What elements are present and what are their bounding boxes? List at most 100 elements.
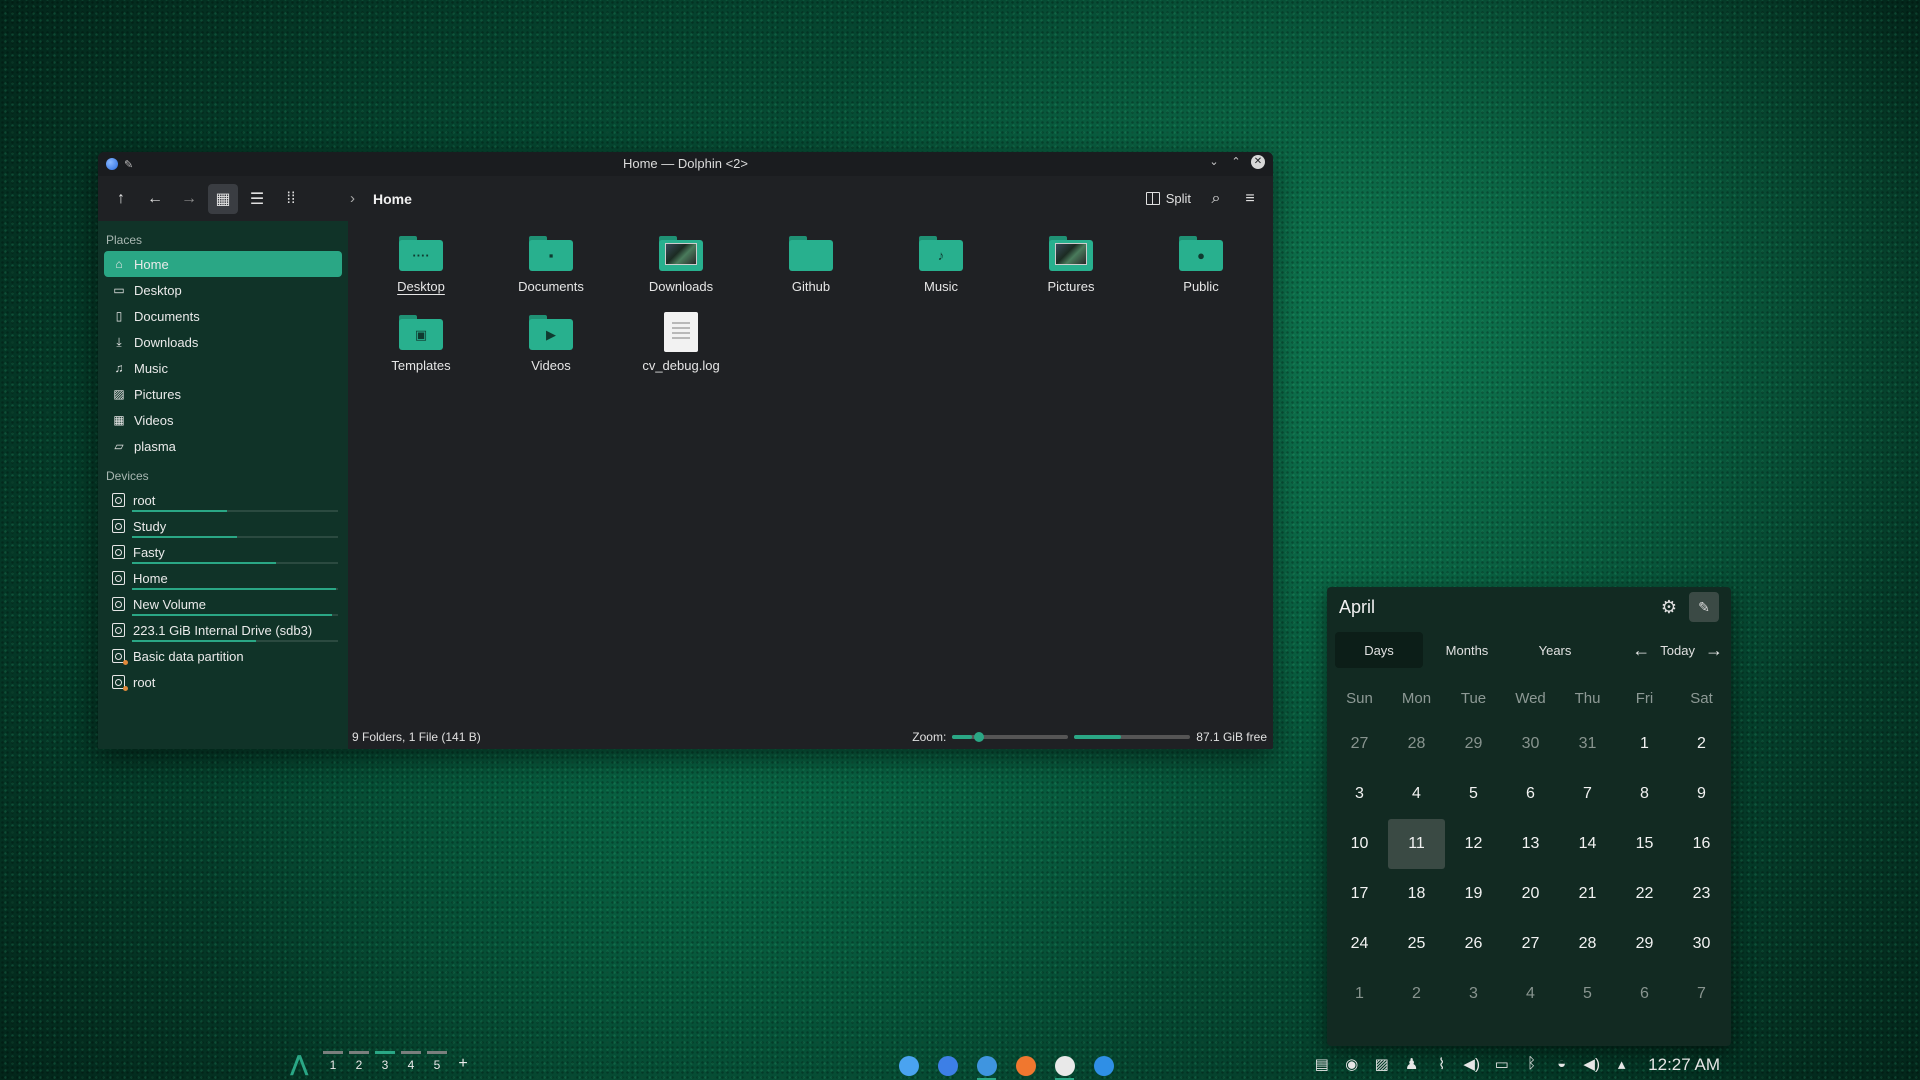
back-button[interactable]: ← xyxy=(140,184,170,214)
previous-month-button[interactable]: ← xyxy=(1632,640,1650,661)
calendar-day[interactable]: 2 xyxy=(1388,969,1445,1019)
calendar-day[interactable]: 24 xyxy=(1331,919,1388,969)
calendar-day[interactable]: 7 xyxy=(1559,769,1616,819)
file-item[interactable]: ♪ Music xyxy=(876,231,1006,310)
image-icon[interactable]: ▨ xyxy=(1372,1055,1391,1075)
calendar-day[interactable]: 19 xyxy=(1445,869,1502,919)
today-button[interactable]: Today xyxy=(1660,643,1695,658)
calendar-day[interactable]: 2 xyxy=(1673,719,1730,769)
desktop-2[interactable]: 2 xyxy=(346,1049,372,1080)
desktop-3[interactable]: 3 xyxy=(372,1049,398,1080)
calendar-day[interactable]: 1 xyxy=(1331,969,1388,1019)
finder-icon[interactable] xyxy=(895,1052,922,1079)
sidebar-device-item[interactable]: root xyxy=(104,487,342,513)
sidebar-item-plasma[interactable]: ▱ plasma xyxy=(104,433,342,459)
calendar-day[interactable]: 22 xyxy=(1616,869,1673,919)
calendar-day[interactable]: 4 xyxy=(1388,769,1445,819)
file-item[interactable]: ▪ Documents xyxy=(486,231,616,310)
file-item[interactable]: Github xyxy=(746,231,876,310)
sidebar-item-home[interactable]: ⌂ Home xyxy=(104,251,342,277)
github-icon[interactable] xyxy=(1051,1052,1078,1080)
vscode-icon[interactable] xyxy=(1090,1052,1117,1079)
tray-expand-icon[interactable]: ▴ xyxy=(1612,1055,1631,1075)
tab-days[interactable]: Days xyxy=(1335,632,1423,668)
calendar-day[interactable]: 26 xyxy=(1445,919,1502,969)
gear-icon[interactable]: ⚙ xyxy=(1661,597,1677,618)
calendar-day[interactable]: 9 xyxy=(1673,769,1730,819)
battery-icon[interactable]: ▭ xyxy=(1492,1055,1511,1075)
calendar-day[interactable]: 18 xyxy=(1388,869,1445,919)
dolphin-icon[interactable] xyxy=(934,1052,961,1079)
calendar-day[interactable]: 5 xyxy=(1559,969,1616,1019)
title-bar[interactable]: ✎ Home — Dolphin <2> ⌄ ⌃ ✕ xyxy=(98,152,1273,176)
user-icon[interactable]: ♟ xyxy=(1402,1055,1421,1075)
calendar-day[interactable]: 13 xyxy=(1502,819,1559,869)
details-view-button[interactable]: ☰ xyxy=(242,184,272,214)
tab-years[interactable]: Years xyxy=(1511,632,1599,668)
calendar-day[interactable]: 10 xyxy=(1331,819,1388,869)
calendar-day[interactable]: 23 xyxy=(1673,869,1730,919)
desktop-1[interactable]: 1 xyxy=(320,1049,346,1080)
calendar-day[interactable]: 6 xyxy=(1502,769,1559,819)
sidebar-item-documents[interactable]: ▯ Documents xyxy=(104,303,342,329)
calendar-day[interactable]: 15 xyxy=(1616,819,1673,869)
attachment-icon[interactable]: ⌇ xyxy=(1432,1055,1451,1075)
calendar-day[interactable]: 21 xyxy=(1559,869,1616,919)
sidebar-item-downloads[interactable]: ⤓ Downloads xyxy=(104,329,342,355)
zoom-slider[interactable] xyxy=(952,732,1069,742)
sidebar-item-music[interactable]: ♫ Music xyxy=(104,355,342,381)
calendar-day[interactable]: 31 xyxy=(1559,719,1616,769)
file-item[interactable]: Downloads xyxy=(616,231,746,310)
file-item[interactable]: ···· Desktop xyxy=(356,231,486,310)
file-item[interactable]: Pictures xyxy=(1006,231,1136,310)
add-desktop-button[interactable]: + xyxy=(450,1049,476,1080)
file-item[interactable]: cv_debug.log xyxy=(616,310,746,389)
sidebar-device-item[interactable]: root xyxy=(104,669,342,695)
calendar-day[interactable]: 1 xyxy=(1616,719,1673,769)
calendar-day[interactable]: 12 xyxy=(1445,819,1502,869)
wifi-icon[interactable]: ◒ xyxy=(1552,1055,1571,1075)
clipboard-icon[interactable]: ▤ xyxy=(1312,1055,1331,1075)
brave-icon[interactable] xyxy=(1012,1052,1039,1079)
sidebar-item-videos[interactable]: ▦ Videos xyxy=(104,407,342,433)
sidebar-device-item[interactable]: Basic data partition xyxy=(104,643,342,669)
sidebar-device-item[interactable]: Fasty xyxy=(104,539,342,565)
calendar-day[interactable]: 27 xyxy=(1331,719,1388,769)
desktop-4[interactable]: 4 xyxy=(398,1049,424,1080)
file-item[interactable]: ● Public xyxy=(1136,231,1266,310)
calendar-day[interactable]: 30 xyxy=(1502,719,1559,769)
calendar-day[interactable]: 28 xyxy=(1388,719,1445,769)
clock[interactable]: 12:27 AM xyxy=(1648,1055,1720,1075)
tab-months[interactable]: Months xyxy=(1423,632,1511,668)
sidebar-item-pictures[interactable]: ▨ Pictures xyxy=(104,381,342,407)
volume-icon[interactable]: ◀) xyxy=(1462,1055,1481,1075)
calendar-day[interactable]: 4 xyxy=(1502,969,1559,1019)
close-button[interactable]: ✕ xyxy=(1251,155,1265,169)
chromium-icon[interactable] xyxy=(973,1052,1000,1080)
calendar-day[interactable]: 14 xyxy=(1559,819,1616,869)
calendar-day[interactable]: 17 xyxy=(1331,869,1388,919)
calendar-day[interactable]: 8 xyxy=(1616,769,1673,819)
media-icon[interactable]: ◉ xyxy=(1342,1055,1361,1075)
calendar-day[interactable]: 3 xyxy=(1445,969,1502,1019)
up-button[interactable]: ↑ xyxy=(106,184,136,214)
calendar-day[interactable]: 30 xyxy=(1673,919,1730,969)
file-item[interactable]: ▶ Videos xyxy=(486,310,616,389)
bluetooth-icon[interactable]: ᛒ xyxy=(1522,1055,1541,1075)
breadcrumb-home[interactable]: Home xyxy=(373,191,412,207)
icons-view-button[interactable]: ▦ xyxy=(208,183,238,214)
split-button[interactable]: Split xyxy=(1140,184,1197,214)
file-item[interactable]: ▣ Templates xyxy=(356,310,486,389)
pin-icon[interactable]: ✎ xyxy=(124,158,133,171)
dolphin-app-icon[interactable] xyxy=(106,158,118,170)
hamburger-menu-button[interactable]: ≡ xyxy=(1235,184,1265,214)
speaker-icon[interactable]: ◀) xyxy=(1582,1055,1601,1075)
calendar-day[interactable]: 16 xyxy=(1673,819,1730,869)
forward-button[interactable]: → xyxy=(174,184,204,214)
calendar-day[interactable]: 20 xyxy=(1502,869,1559,919)
maximize-button[interactable]: ⌃ xyxy=(1229,155,1243,169)
calendar-day[interactable]: 28 xyxy=(1559,919,1616,969)
compact-view-button[interactable]: ⁞⁞ xyxy=(276,184,306,214)
calendar-day[interactable]: 3 xyxy=(1331,769,1388,819)
file-view[interactable]: ···· Desktop ▪ Documents Downloads Github ♪ Mus… xyxy=(348,221,1273,749)
